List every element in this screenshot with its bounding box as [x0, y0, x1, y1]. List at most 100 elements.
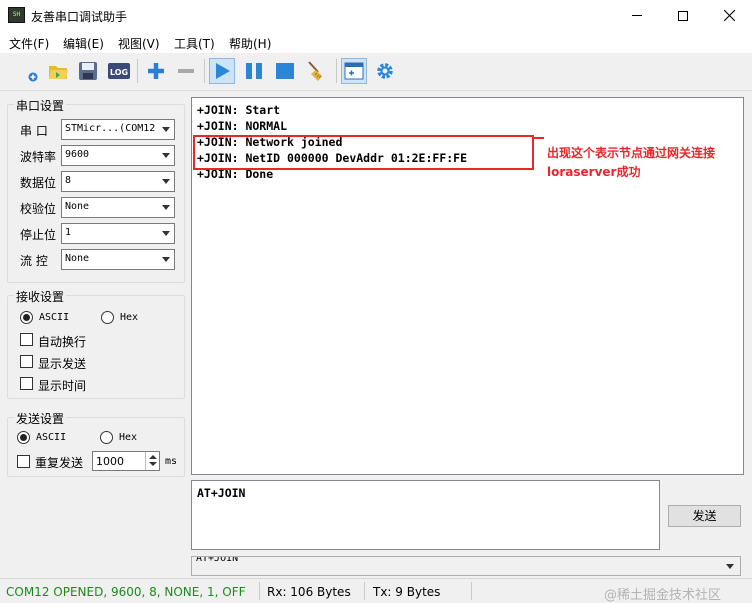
stop-icon: [276, 63, 294, 79]
send-text: AT+JOIN: [197, 486, 246, 500]
flow-value: None: [65, 253, 90, 264]
minimize-button[interactable]: [614, 0, 660, 31]
window-title: 友善串口调试助手: [31, 10, 128, 24]
log-line: +JOIN: NORMAL: [197, 119, 288, 133]
chevron-down-icon: [162, 179, 170, 184]
settings-button[interactable]: [372, 58, 398, 84]
word-wrap-label: 自动换行: [38, 335, 87, 349]
menu-help[interactable]: 帮助(H): [229, 35, 271, 52]
chevron-down-icon: [162, 231, 170, 236]
add-button[interactable]: [143, 58, 169, 84]
interval-unit: ms: [165, 456, 178, 467]
interval-stepper[interactable]: 1000: [92, 451, 160, 471]
databits-select[interactable]: 8: [61, 171, 175, 192]
menu-edit[interactable]: 编辑(E): [63, 35, 104, 52]
history-select[interactable]: AT+JOIN: [191, 556, 741, 576]
port-select[interactable]: STMicr...(COM12: [61, 119, 175, 140]
log-line: +JOIN: Start: [197, 103, 281, 117]
stopbits-label: 停止位: [20, 228, 57, 242]
databits-value: 8: [65, 175, 72, 186]
parity-label: 校验位: [20, 202, 57, 216]
serial-settings-title: 串口设置: [14, 97, 67, 114]
play-button[interactable]: [209, 58, 235, 84]
chevron-up-icon: [149, 455, 157, 459]
send-ascii-label: ASCII: [36, 432, 67, 443]
show-sent-checkbox[interactable]: [20, 355, 33, 368]
annotation-text: 出现这个表示节点通过网关连接 loraserver成功: [547, 144, 752, 182]
flow-select[interactable]: None: [61, 249, 175, 270]
parity-select[interactable]: None: [61, 197, 175, 218]
stop-button[interactable]: [272, 58, 298, 84]
menu-file[interactable]: 文件(F): [9, 35, 49, 52]
annotation-line-1: 出现这个表示节点通过网关连接: [547, 146, 716, 160]
show-time-label: 显示时间: [38, 379, 87, 393]
show-time-checkbox[interactable]: [20, 377, 33, 390]
chevron-down-icon: [162, 153, 170, 158]
status-bar: COM12 OPENED, 9600, 8, NONE, 1, OFF Rx: …: [0, 578, 752, 603]
receive-settings-title: 接收设置: [14, 288, 67, 305]
tx-count: Tx: 9 Bytes: [373, 585, 441, 599]
save-button[interactable]: [75, 58, 101, 84]
show-sent-label: 显示发送: [38, 357, 87, 371]
play-icon: [216, 63, 230, 79]
close-icon: [723, 10, 735, 21]
toolbar: LOG: [0, 53, 752, 91]
open-folder-icon: [49, 66, 68, 79]
pause-button[interactable]: [241, 58, 267, 84]
title-bar: SH 友善串口调试助手: [0, 0, 752, 31]
send-ascii-radio[interactable]: [17, 431, 30, 444]
send-settings-title: 发送设置: [14, 410, 67, 427]
app-icon: SH: [8, 7, 25, 23]
repeat-send-label: 重复发送: [35, 456, 84, 470]
word-wrap-checkbox[interactable]: [20, 333, 33, 346]
chevron-down-icon: [162, 127, 170, 132]
remove-button[interactable]: [173, 58, 199, 84]
baud-label: 波特率: [20, 150, 57, 164]
log-icon: LOG: [108, 63, 130, 79]
open-button[interactable]: [45, 58, 71, 84]
add-icon: [148, 63, 164, 79]
recv-ascii-label: ASCII: [39, 312, 70, 323]
maximize-button[interactable]: [660, 0, 706, 31]
chevron-down-icon: [149, 462, 157, 466]
log-label: LOG: [110, 68, 128, 77]
recv-hex-radio[interactable]: [101, 311, 114, 324]
interval-value: 1000: [96, 455, 124, 468]
save-icon: [79, 62, 97, 80]
send-hex-radio[interactable]: [100, 431, 113, 444]
annotation-line-2: loraserver成功: [547, 165, 641, 179]
broom-icon: [308, 61, 322, 81]
annotation-connector: [534, 137, 544, 139]
annotation-box: [193, 135, 534, 170]
gear-icon: [377, 63, 393, 79]
send-button[interactable]: 发送: [668, 505, 741, 527]
window-button[interactable]: [341, 58, 367, 84]
repeat-send-checkbox[interactable]: [17, 455, 30, 468]
receive-settings-group: 接收设置: [7, 288, 185, 399]
menu-view[interactable]: 视图(V): [118, 35, 160, 52]
send-hex-label: Hex: [119, 432, 138, 443]
rx-count: Rx: 106 Bytes: [267, 585, 351, 599]
chevron-down-icon: [162, 257, 170, 262]
send-input[interactable]: AT+JOIN: [191, 480, 660, 550]
maximize-icon: [678, 10, 688, 21]
clear-button[interactable]: [304, 58, 330, 84]
chevron-down-icon: [162, 205, 170, 210]
close-button[interactable]: [706, 0, 752, 31]
menu-tools[interactable]: 工具(T): [174, 35, 215, 52]
pause-icon: [246, 63, 262, 79]
stopbits-select[interactable]: 1: [61, 223, 175, 244]
baud-value: 9600: [65, 149, 90, 160]
recv-ascii-radio[interactable]: [20, 311, 33, 324]
minimize-icon: [632, 15, 642, 16]
window-icon: [344, 62, 364, 80]
stepper-buttons[interactable]: [145, 452, 159, 470]
chevron-down-icon: [726, 564, 734, 569]
connection-status: COM12 OPENED, 9600, 8, NONE, 1, OFF: [6, 585, 246, 599]
menu-bar: 文件(F) 编辑(E) 视图(V) 工具(T) 帮助(H): [0, 31, 752, 53]
new-icon: [28, 72, 38, 82]
baud-select[interactable]: 9600: [61, 145, 175, 166]
log-button[interactable]: LOG: [106, 58, 132, 84]
remove-icon: [178, 69, 194, 73]
new-button[interactable]: [18, 58, 44, 84]
